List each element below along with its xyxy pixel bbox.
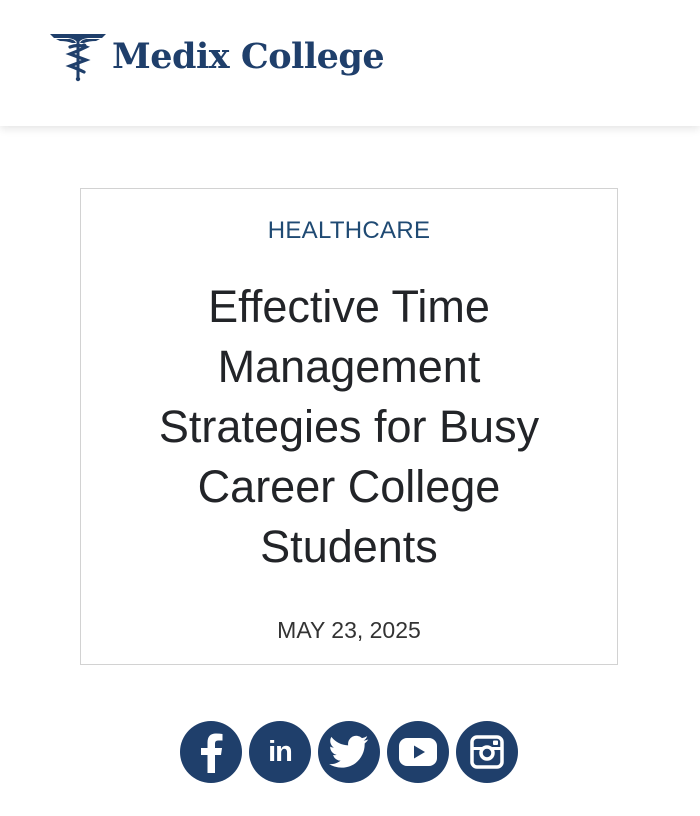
facebook-icon (201, 733, 223, 773)
twitter-icon (329, 735, 369, 768)
social-share-bar: in (180, 721, 518, 783)
instagram-icon (470, 735, 504, 769)
linkedin-icon: in (268, 735, 293, 768)
post-card: HEALTHCARE Effective Time Management Str… (80, 188, 618, 665)
main-content: HEALTHCARE Effective Time Management Str… (0, 126, 700, 816)
post-title: Effective Time Management Strategies for… (158, 281, 540, 572)
linkedin-button[interactable]: in (249, 721, 311, 783)
youtube-button[interactable] (387, 721, 449, 783)
youtube-icon (399, 738, 437, 766)
brand-name: Medix College (112, 35, 385, 77)
post-category-link[interactable]: HEALTHCARE (81, 217, 617, 245)
facebook-button[interactable] (180, 721, 242, 783)
site-header: Medix College (0, 0, 700, 126)
instagram-button[interactable] (456, 721, 518, 783)
twitter-button[interactable] (318, 721, 380, 783)
caduceus-icon (50, 34, 106, 82)
post-date: MAY 23, 2025 (277, 617, 421, 643)
logo-link[interactable]: Medix College (48, 30, 385, 82)
